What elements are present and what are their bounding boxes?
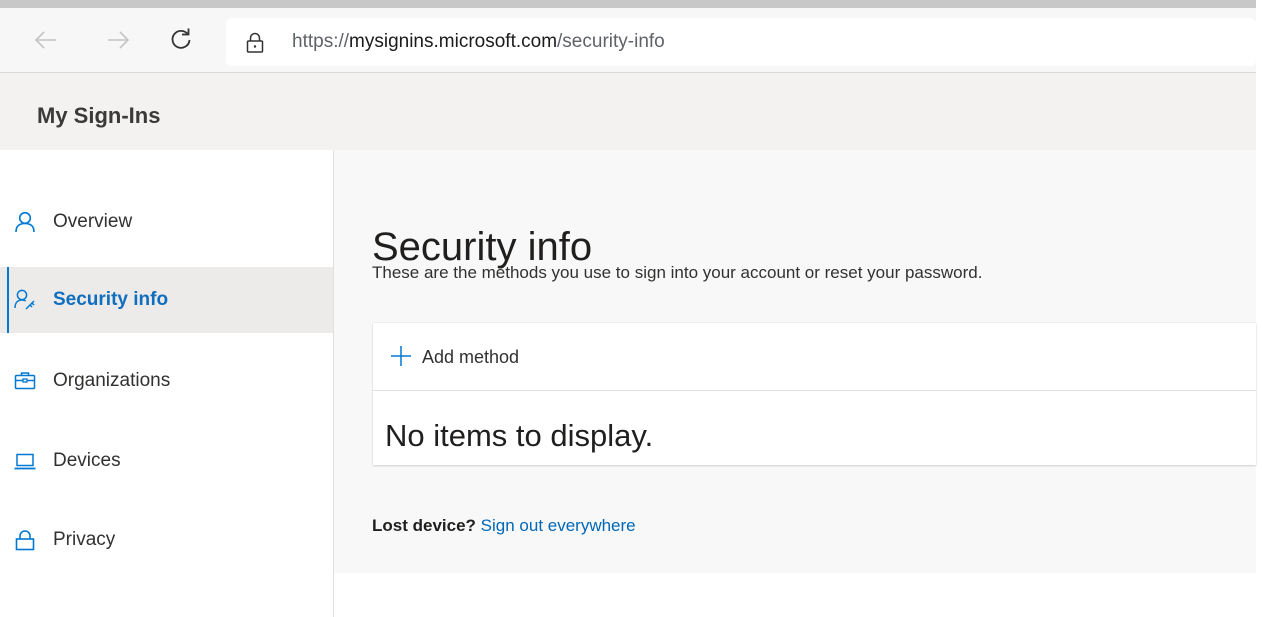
back-arrow-icon — [34, 31, 56, 49]
sidebar-item-security-info[interactable]: Security info — [0, 267, 333, 333]
lock-icon — [15, 530, 35, 551]
add-method-button[interactable]: Add method — [373, 323, 1256, 391]
briefcase-icon — [14, 372, 36, 390]
person-icon — [15, 211, 35, 233]
url-domain: mysignins.microsoft.com — [349, 31, 558, 52]
sign-out-everywhere-link[interactable]: Sign out everywhere — [481, 516, 636, 535]
page-description: These are the methods you use to sign in… — [372, 263, 983, 282]
browser-toolbar: https://mysignins.microsoft.com/security… — [0, 8, 1256, 73]
person-key-icon — [14, 289, 35, 310]
sidebar-item-label: Devices — [53, 450, 121, 471]
sidebar-item-devices[interactable]: Devices — [0, 428, 333, 494]
url-path: /security-info — [557, 31, 665, 52]
window-right-edge — [1256, 0, 1262, 617]
url-text: https://mysignins.microsoft.com/security… — [292, 31, 665, 53]
laptop-icon — [14, 453, 36, 470]
add-method-label: Add method — [422, 347, 520, 367]
forward-arrow-icon — [108, 31, 130, 49]
active-indicator — [7, 267, 9, 333]
sidebar-item-overview[interactable]: Overview — [0, 189, 333, 255]
window-top-strip — [0, 0, 1256, 8]
main-content: Security info These are the methods you … — [334, 150, 1256, 573]
back-button[interactable] — [31, 22, 61, 58]
padlock-icon[interactable] — [246, 32, 264, 54]
address-bar[interactable]: https://mysignins.microsoft.com/security… — [226, 18, 1256, 66]
sidebar-item-label: Overview — [53, 211, 133, 232]
forward-button[interactable] — [103, 22, 133, 58]
sidebar-item-label: Organizations — [53, 370, 171, 391]
lost-device-label: Lost device? — [372, 516, 476, 535]
sidebar-item-label: Privacy — [53, 529, 116, 550]
sidebar-item-organizations[interactable]: Organizations — [0, 348, 333, 414]
refresh-button[interactable] — [166, 22, 196, 58]
refresh-icon — [171, 28, 191, 49]
app-header: My Sign-Ins — [0, 73, 1256, 150]
sidebar-nav: Overview Security info Organizations Dev… — [0, 150, 334, 617]
url-scheme: https:// — [292, 31, 350, 52]
lost-device-row: Lost device? Sign out everywhere — [372, 516, 636, 536]
plus-icon — [391, 346, 411, 366]
methods-card: Add method No items to display. — [373, 323, 1256, 465]
empty-state-text: No items to display. — [385, 418, 654, 453]
app-title[interactable]: My Sign-Ins — [37, 103, 160, 129]
sidebar-item-label: Security info — [53, 289, 169, 310]
sidebar-item-privacy[interactable]: Privacy — [0, 507, 333, 573]
